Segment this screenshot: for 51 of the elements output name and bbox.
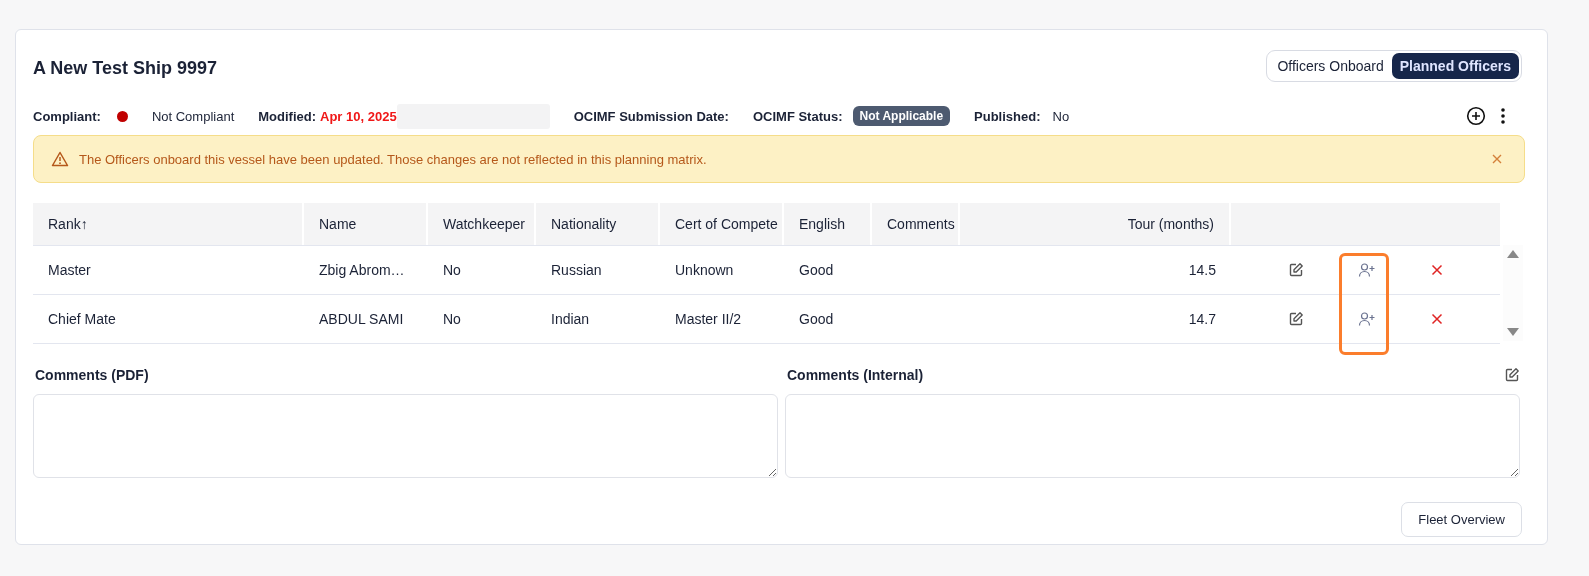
table-cell: Good — [799, 311, 834, 327]
close-icon[interactable] — [1491, 153, 1503, 165]
table-cell: Master II/2 — [675, 311, 742, 327]
field-label: Published: — [974, 108, 1041, 124]
table-cell: Unknown — [675, 262, 734, 278]
field-value: Not Compliant — [151, 108, 235, 124]
delete-icon[interactable] — [1430, 264, 1443, 276]
field-value: Apr 10, 2025 — [320, 108, 397, 124]
delete-icon[interactable] — [1430, 313, 1443, 325]
field-value: No — [1052, 108, 1070, 124]
fleet-overview-button[interactable]: Fleet Overview — [1401, 502, 1522, 537]
table-cell: No — [443, 311, 461, 327]
column-header[interactable]: Cert of Compete — [660, 203, 784, 245]
column-header[interactable]: Nationality — [536, 203, 660, 245]
add-icon[interactable] — [1466, 106, 1486, 126]
add-user-icon[interactable] — [1358, 311, 1377, 327]
column-header[interactable]: Name — [304, 203, 428, 245]
comments-field[interactable] — [785, 394, 1520, 478]
field-label: Comments (PDF) — [34, 367, 149, 383]
warning-icon — [51, 151, 69, 167]
edit-icon[interactable] — [1288, 311, 1305, 327]
table-cell: ABDUL SAMI — [319, 311, 404, 327]
table-cell: Master — [48, 262, 91, 278]
warning-text: The Officers onboard this vessel have been updated. Those changes are not reflected in this planning matrix. — [79, 151, 708, 167]
field-label: Compliant: — [33, 108, 101, 124]
table-cell: 14.7 — [1188, 311, 1216, 327]
add-user-icon[interactable] — [1358, 262, 1377, 278]
status-badge: Not Applicable — [852, 106, 951, 126]
table-cell: Good — [799, 262, 834, 278]
view-tab[interactable]: Officers Onboard — [1269, 53, 1392, 79]
field-label: Comments (Internal) — [786, 367, 924, 383]
field-label: Modified: — [258, 108, 317, 124]
field-label: OCIMF Submission Date: — [573, 108, 729, 124]
table-cell: Zbig Abrom… — [319, 262, 405, 278]
table-cell: No — [443, 262, 461, 278]
column-header[interactable]: Comments — [872, 203, 960, 245]
comments-field[interactable] — [33, 394, 778, 478]
view-tab[interactable]: Planned Officers — [1391, 53, 1519, 79]
edit-icon[interactable] — [1504, 367, 1520, 383]
column-header[interactable]: English — [784, 203, 872, 245]
table-cell: Russian — [551, 262, 602, 278]
field-label: OCIMF Status: — [752, 108, 843, 124]
more-icon[interactable] — [1500, 107, 1506, 125]
column-header[interactable]: Tour (months) — [960, 203, 1231, 245]
table-cell: Indian — [551, 311, 590, 327]
column-header[interactable]: Rank↑ — [33, 203, 304, 245]
edit-icon[interactable] — [1288, 262, 1305, 278]
table-cell: 14.5 — [1188, 262, 1216, 278]
column-header[interactable]: Watchkeeper — [428, 203, 536, 245]
ship-title: A New Test Ship 9997 — [33, 57, 218, 79]
table-cell: Chief Mate — [48, 311, 116, 327]
